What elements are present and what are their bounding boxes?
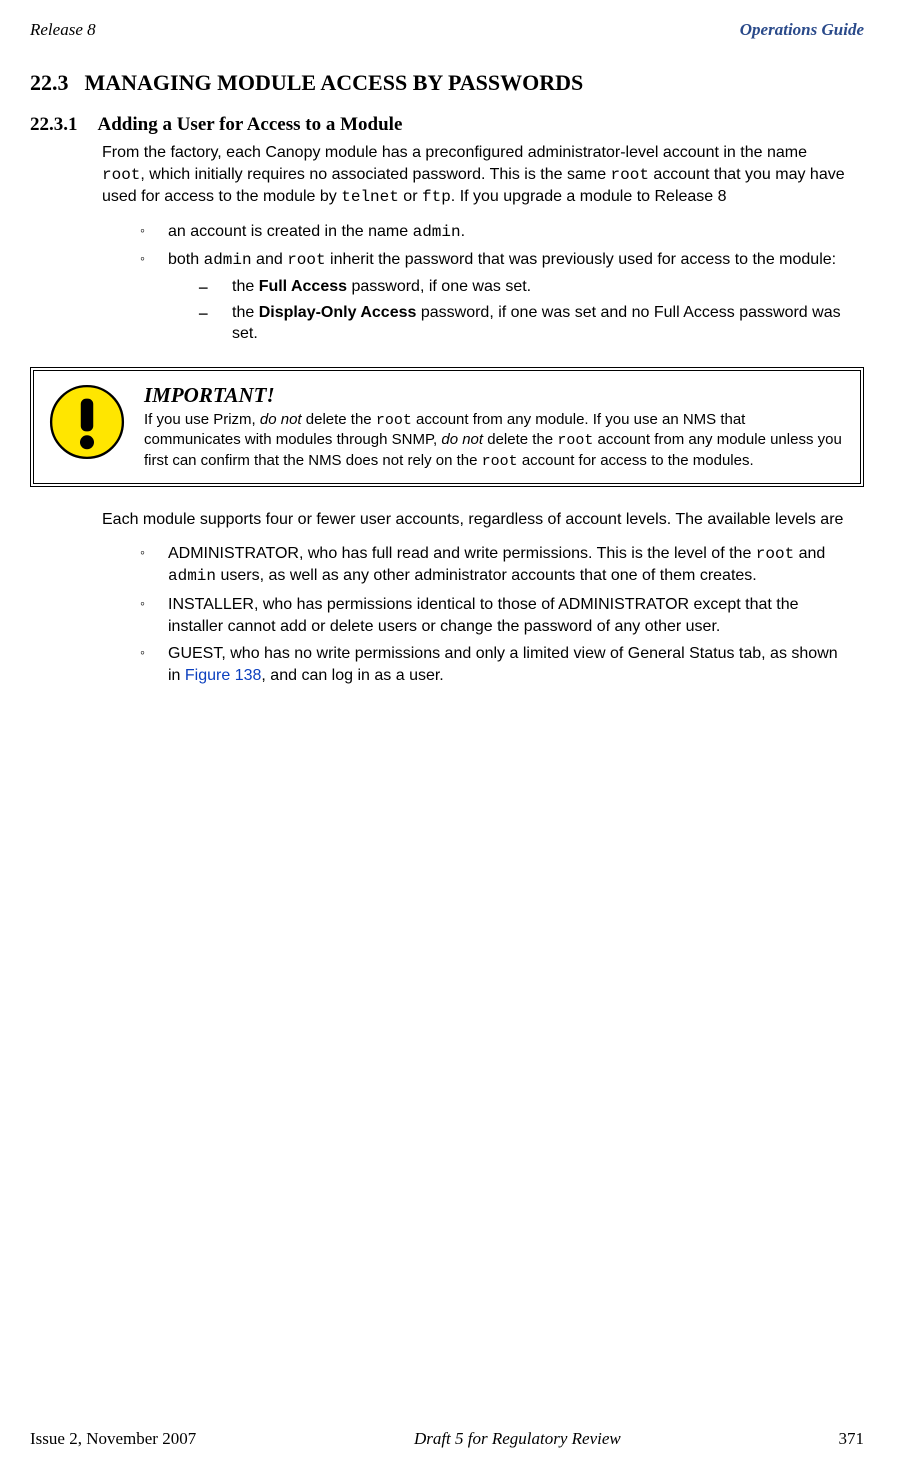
list-item: GUEST, who has no write permissions and … [140, 643, 854, 686]
code-ftp: ftp [422, 188, 451, 206]
callout-body: If you use Prizm, do not delete the root… [144, 410, 846, 472]
text: If you use Prizm, [144, 411, 260, 428]
text: and [252, 251, 288, 268]
code-root: root [611, 166, 649, 184]
list-item: the Display-Only Access password, if one… [198, 302, 854, 345]
text: inherit the password that was previously… [326, 251, 836, 268]
callout-content: IMPORTANT! If you use Prizm, do not dele… [144, 383, 846, 472]
text: or [399, 188, 422, 205]
draft-label: Draft 5 for Regulatory Review [414, 1429, 621, 1449]
list-item: ADMINISTRATOR, who has full read and wri… [140, 543, 854, 588]
code-telnet: telnet [341, 188, 399, 206]
code-root: root [482, 453, 518, 470]
bold-text: Display-Only Access [259, 304, 417, 321]
text: From the factory, each Canopy module has… [102, 144, 807, 161]
text: the [232, 278, 259, 295]
exclamation-icon [48, 383, 126, 461]
text: , and can log in as a user. [261, 667, 443, 684]
section-number: 22.3 [30, 70, 69, 96]
dash-list: the Full Access password, if one was set… [198, 276, 854, 345]
section-title: MANAGING MODULE ACCESS BY PASSWORDS [85, 70, 584, 96]
list-item: the Full Access password, if one was set… [198, 276, 854, 298]
list-item: INSTALLER, who has permissions identical… [140, 594, 854, 637]
page-header: Release 8 Operations Guide [30, 20, 864, 40]
code-admin: admin [168, 567, 216, 585]
text: password, if one was set. [347, 278, 531, 295]
text: delete the [483, 431, 557, 448]
page-footer: Issue 2, November 2007 Draft 5 for Regul… [30, 1429, 864, 1449]
text: ADMINISTRATOR, who has full read and wri… [168, 545, 756, 562]
subsection-number: 22.3.1 [30, 114, 78, 136]
page-number: 371 [838, 1429, 864, 1449]
text: and [794, 545, 825, 562]
text: account for access to the modules. [518, 452, 754, 469]
code-admin: admin [204, 251, 252, 269]
issue-label: Issue 2, November 2007 [30, 1429, 196, 1449]
text: the [232, 304, 259, 321]
text: users, as well as any other administrato… [216, 567, 757, 584]
code-root: root [376, 412, 412, 429]
text: delete the [302, 411, 376, 428]
code-root: root [756, 545, 794, 563]
section-heading-1: 22.3 MANAGING MODULE ACCESS BY PASSWORDS [30, 70, 864, 96]
list-item: an account is created in the name admin. [140, 221, 854, 244]
code-root: root [102, 166, 140, 184]
levels-list: ADMINISTRATOR, who has full read and wri… [140, 543, 854, 687]
figure-link[interactable]: Figure 138 [185, 667, 262, 684]
list-item: both admin and root inherit the password… [140, 249, 854, 344]
release-label: Release 8 [30, 20, 96, 40]
text: an account is created in the name [168, 223, 413, 240]
important-callout: IMPORTANT! If you use Prizm, do not dele… [30, 367, 864, 488]
italic-text: do not [441, 431, 483, 448]
italic-text: do not [260, 411, 302, 428]
code-root: root [557, 432, 593, 449]
body-content-2: Each module supports four or fewer user … [102, 509, 854, 686]
paragraph: Each module supports four or fewer user … [102, 509, 854, 531]
section-heading-2: 22.3.1 Adding a User for Access to a Mod… [30, 114, 864, 136]
text: . If you upgrade a module to Release 8 [451, 188, 727, 205]
callout-title: IMPORTANT! [144, 383, 846, 408]
text: . [461, 223, 465, 240]
subsection-title: Adding a User for Access to a Module [98, 114, 403, 136]
guide-label: Operations Guide [740, 20, 864, 40]
text: both [168, 251, 204, 268]
bullet-list: an account is created in the name admin.… [140, 221, 854, 345]
intro-paragraph: From the factory, each Canopy module has… [102, 142, 854, 209]
bold-text: Full Access [259, 278, 347, 295]
body-content: From the factory, each Canopy module has… [102, 142, 854, 345]
code-admin: admin [413, 223, 461, 241]
text: , which initially requires no associated… [140, 166, 610, 183]
code-root: root [287, 251, 325, 269]
